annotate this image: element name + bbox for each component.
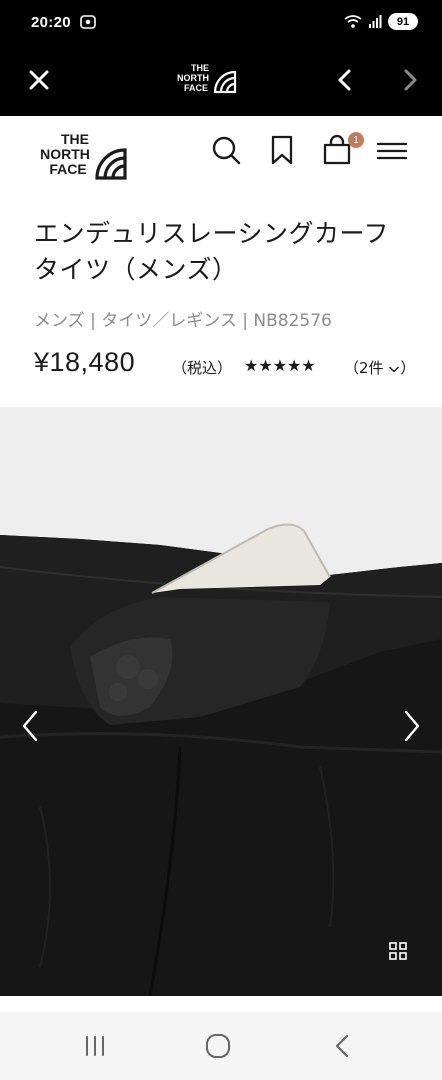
- screen-record-icon: [80, 15, 96, 29]
- brand-logo: THE NORTH FACE: [177, 63, 237, 94]
- chevron-down-icon: [389, 366, 400, 372]
- menu-icon[interactable]: [376, 134, 408, 166]
- close-icon[interactable]: [22, 63, 56, 97]
- svg-text:FACE: FACE: [184, 83, 208, 93]
- site-logo[interactable]: THE NORTH FACE: [32, 126, 130, 182]
- home-icon[interactable]: [202, 1030, 234, 1062]
- review-close-paren: ）: [400, 359, 416, 377]
- svg-text:NORTH: NORTH: [40, 146, 90, 162]
- back-arrow-icon[interactable]: [330, 63, 360, 97]
- svg-text:THE: THE: [191, 63, 209, 73]
- status-time: 20:20: [31, 14, 71, 31]
- svg-text:FACE: FACE: [49, 161, 86, 177]
- forward-arrow-icon[interactable]: [395, 63, 425, 97]
- product-image-gallery[interactable]: [0, 407, 442, 996]
- status-icons: 91: [344, 13, 418, 30]
- price: ¥18,480: [34, 347, 136, 377]
- bookmark-icon[interactable]: [266, 134, 298, 166]
- rating-stars: ★★★★★: [244, 356, 316, 375]
- grid-view-icon[interactable]: [388, 941, 408, 961]
- recent-apps-icon[interactable]: [79, 1030, 111, 1062]
- gallery-next-icon[interactable]: [398, 707, 426, 745]
- tax-label: （税込）: [172, 359, 233, 377]
- svg-text:NORTH: NORTH: [177, 73, 209, 83]
- review-count: （2件: [344, 359, 384, 377]
- svg-text:THE: THE: [61, 131, 89, 147]
- breadcrumb: メンズ | タイツ／レギンス | NB82576: [34, 311, 332, 331]
- status-bar: 20:20 91: [0, 0, 442, 46]
- gallery-prev-icon[interactable]: [16, 707, 44, 745]
- product-title: エンデュリスレーシングカーフタイツ（メンズ）: [34, 219, 390, 284]
- system-nav-bar: [0, 1012, 442, 1080]
- battery-indicator: 91: [388, 13, 418, 30]
- signal-icon: [369, 14, 382, 28]
- system-back-icon[interactable]: [327, 1030, 359, 1062]
- wifi-icon: [344, 15, 362, 28]
- review-count-link[interactable]: （2件 ）: [344, 357, 415, 378]
- cart-count-badge: 1: [348, 132, 364, 148]
- site-header: THE NORTH FACE 1: [0, 116, 442, 190]
- search-icon[interactable]: [210, 134, 242, 166]
- browser-toolbar: THE NORTH FACE: [0, 46, 442, 116]
- product-photo: [0, 523, 442, 996]
- price-row: ¥18,480 （税込） ★★★★★ （2件 ）: [34, 345, 424, 389]
